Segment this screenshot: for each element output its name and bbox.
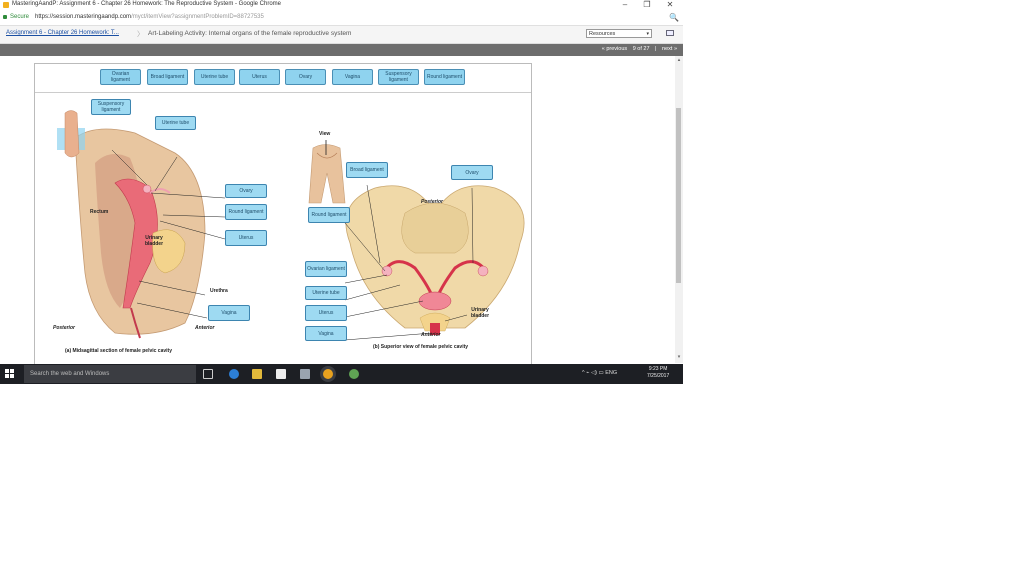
- label-chip[interactable]: Ovarian ligament: [100, 69, 141, 85]
- figure-b-label-ovarian[interactable]: Ovarian ligament: [305, 261, 347, 277]
- label-chip[interactable]: Round ligament: [424, 69, 465, 85]
- figure-a-label-ovary[interactable]: Ovary: [225, 184, 267, 198]
- label-chip[interactable]: Uterus: [239, 69, 280, 85]
- lock-icon: [3, 15, 7, 19]
- label-chip[interactable]: Ovary: [285, 69, 326, 85]
- window-title: MasteringAandP: Assignment 6 - Chapter 2…: [12, 1, 282, 7]
- superior-pelvis-drawing: [345, 185, 525, 335]
- edge-browser-icon[interactable]: [229, 369, 239, 379]
- anterior-text-b: Anterior: [421, 332, 441, 338]
- activity-title: Art-Labeling Activity: Internal organs o…: [148, 30, 352, 37]
- task-view-icon[interactable]: [203, 369, 213, 379]
- scroll-up-icon[interactable]: ▴: [676, 57, 682, 63]
- label-bank: Ovarian ligament Broad ligament Uterine …: [35, 64, 531, 93]
- figure-a-label-suspensory[interactable]: Suspensory ligament: [91, 99, 131, 115]
- label-chip[interactable]: Broad ligament: [147, 69, 188, 85]
- midsagittal-section-drawing: [57, 110, 206, 339]
- label-chip[interactable]: Uterine tube: [194, 69, 235, 85]
- file-explorer-icon[interactable]: [252, 369, 262, 379]
- view-orientation-drawing: [308, 140, 346, 204]
- resources-label: Resources: [589, 31, 616, 37]
- pager: « previous 9 of 27 | next »: [598, 46, 677, 52]
- rectum-text: Rectum: [90, 209, 109, 215]
- figure-a-label-uterine-tube[interactable]: Uterine tube: [155, 116, 196, 130]
- system-tray[interactable]: ^ ⌁ ◁) ▭ ENG: [582, 370, 617, 376]
- posterior-text-a: Posterior: [53, 325, 75, 331]
- secure-label: Secure: [10, 14, 30, 20]
- view-text: View: [319, 131, 331, 137]
- windows-taskbar: Search the web and Windows ^ ⌁ ◁) ▭ ENG …: [0, 364, 683, 384]
- clock-date: 7/25/2017: [647, 373, 670, 379]
- pager-separator: |: [655, 46, 657, 52]
- store-icon[interactable]: [276, 369, 286, 379]
- urinary-bladder-text: Urinary bladder: [144, 235, 164, 247]
- chrome-icon[interactable]: [323, 369, 333, 379]
- photos-icon[interactable]: [300, 369, 310, 379]
- label-chip[interactable]: Suspensory ligament: [378, 69, 419, 85]
- figure-b-label-uterine-tube[interactable]: Uterine tube: [305, 286, 347, 300]
- address-bar[interactable]: Secure https://session.masteringaandp.co…: [0, 11, 683, 26]
- figure-b-label-uterus[interactable]: Uterus: [305, 305, 347, 321]
- minimize-button[interactable]: –: [614, 0, 636, 11]
- resources-dropdown[interactable]: Resources ▾: [586, 29, 652, 38]
- url-host: https://session.masteringaandp.com: [35, 14, 132, 20]
- previous-link[interactable]: « previous: [602, 46, 627, 52]
- assignment-header: Assignment 6 - Chapter 26 Homework: T...…: [0, 26, 683, 44]
- anterior-text-a: Anterior: [195, 325, 215, 331]
- art-labeling-panel: Ovarian ligament Broad ligament Uterine …: [34, 63, 532, 365]
- scroll-thumb[interactable]: [676, 108, 681, 283]
- scroll-down-icon[interactable]: ▾: [676, 354, 682, 360]
- close-button[interactable]: ✕: [659, 0, 681, 11]
- urinary-bladder-text-b: Urinary bladder: [470, 307, 490, 319]
- site-favicon-icon: [3, 2, 9, 8]
- figure-a-caption: (a) Midsagittal section of female pelvic…: [65, 348, 172, 354]
- figure-b-label-ovary[interactable]: Ovary: [451, 165, 493, 180]
- vertical-scrollbar[interactable]: ▴ ▾: [675, 56, 683, 363]
- next-link[interactable]: next »: [662, 46, 677, 52]
- url-path: /myct/itemView?assignmentProblemID=88727…: [131, 14, 264, 20]
- figure-b-label-round[interactable]: Round ligament: [308, 207, 350, 223]
- url-text[interactable]: https://session.masteringaandp.com/myct/…: [35, 14, 264, 20]
- label-chip[interactable]: Vagina: [332, 69, 373, 85]
- chevron-down-icon: ▾: [646, 31, 649, 37]
- figure-a-label-vagina[interactable]: Vagina: [208, 305, 250, 321]
- figure-a-label-round[interactable]: Round ligament: [225, 204, 267, 220]
- urethra-text: Urethra: [210, 288, 228, 294]
- print-icon[interactable]: [666, 30, 674, 36]
- figure-b-caption: (b) Superior view of female pelvic cavit…: [373, 344, 469, 350]
- taskbar-clock[interactable]: 9:23 PM 7/25/2017: [647, 366, 669, 380]
- figure-a-label-uterus[interactable]: Uterus: [225, 230, 267, 246]
- restore-button[interactable]: ❐: [636, 0, 658, 11]
- breadcrumb-separator-icon: 〉: [137, 31, 144, 38]
- figure-b-label-broad[interactable]: Broad ligament: [346, 162, 388, 178]
- clock-time: 9:23 PM: [648, 366, 668, 372]
- taskbar-search-placeholder: Search the web and Windows: [30, 371, 110, 377]
- app-icon[interactable]: [349, 369, 359, 379]
- browser-window: MasteringAandP: Assignment 6 - Chapter 2…: [0, 0, 683, 384]
- windows-start-icon[interactable]: [5, 369, 14, 378]
- anatomy-illustration: [57, 110, 525, 341]
- assignment-breadcrumb-link[interactable]: Assignment 6 - Chapter 26 Homework: T...: [6, 30, 119, 36]
- title-bar: MasteringAandP: Assignment 6 - Chapter 2…: [0, 0, 683, 11]
- figure-b-label-vagina[interactable]: Vagina: [305, 326, 347, 341]
- taskbar-search-box[interactable]: Search the web and Windows: [24, 365, 196, 383]
- zoom-icon[interactable]: 🔍: [669, 13, 679, 22]
- posterior-text-b: Posterior: [421, 199, 443, 205]
- page-position: 9 of 27: [632, 46, 650, 52]
- content-area: Ovarian ligament Broad ligament Uterine …: [0, 56, 675, 365]
- pager-bar: « previous 9 of 27 | next »: [0, 44, 683, 56]
